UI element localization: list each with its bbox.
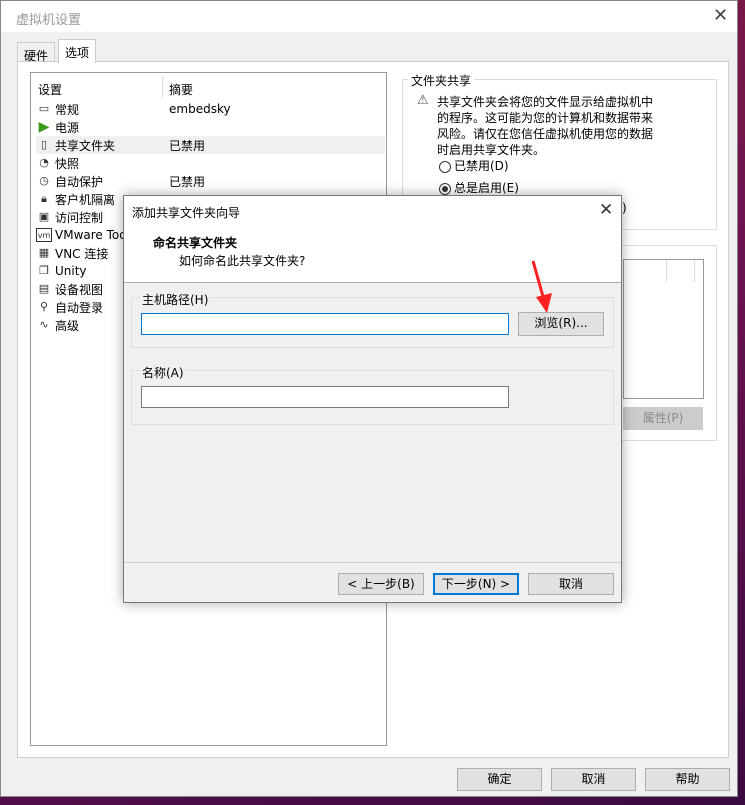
ok-button[interactable]: 确定 — [457, 768, 542, 791]
radio-label: 已禁用(D) — [454, 159, 509, 173]
play-icon: ▶ — [38, 119, 50, 135]
footer-divider — [124, 562, 621, 563]
folders-list[interactable] — [623, 259, 704, 399]
close-icon[interactable]: ✕ — [599, 200, 613, 220]
clock-icon: ◷ — [39, 174, 49, 187]
wizard-subheading: 如何命名此共享文件夹? — [179, 254, 306, 268]
column-divider — [162, 76, 163, 98]
list-item-label: 访问控制 — [55, 210, 104, 225]
back-button[interactable]: < 上一步(B) — [338, 573, 424, 595]
list-item[interactable]: ▯ 共享文件夹 已禁用 — [36, 136, 385, 154]
help-button[interactable]: 帮助 — [645, 768, 730, 791]
list-item[interactable]: ▶ 电源 — [36, 118, 385, 136]
access-control-icon: ▣ — [38, 210, 50, 223]
title-bar: 虚拟机设置 ✕ — [1, 1, 737, 32]
radio-button[interactable] — [439, 182, 451, 195]
radio-button[interactable] — [439, 160, 451, 173]
list-item-label: 电源 — [55, 120, 80, 135]
list-item-summary: embedsky — [169, 102, 231, 116]
column-header-setting[interactable]: 设置 — [38, 81, 62, 98]
list-item[interactable]: ▭ 常规 embedsky — [36, 100, 385, 118]
name-input[interactable] — [141, 386, 509, 408]
list-item-label: 高级 — [55, 318, 80, 333]
next-button[interactable]: 下一步(N) > — [433, 573, 519, 595]
name-label: 名称(A) — [140, 364, 186, 381]
warning-icon: ⚠ — [417, 93, 429, 108]
lock-icon: 🔒︎ — [41, 192, 47, 205]
host-path-input[interactable] — [141, 313, 509, 335]
vnc-icon: ▦ — [38, 246, 50, 259]
radio-third-partial: ) — [622, 201, 627, 215]
wizard-heading: 命名共享文件夹 — [153, 236, 238, 250]
list-item-summary: 已禁用 — [169, 174, 206, 189]
close-icon[interactable]: ✕ — [713, 5, 728, 26]
list-item-label: 客户机隔离 — [55, 192, 116, 207]
tab-hardware[interactable]: 硬件 — [17, 42, 56, 63]
monitor-icon: ▭ — [38, 102, 50, 115]
radio-always[interactable]: 总是启用(E) — [439, 179, 519, 196]
folder-icon: ▯ — [40, 138, 48, 151]
snapshot-icon: ◔ — [39, 156, 49, 169]
list-item[interactable]: ◔ 快照 — [36, 154, 385, 172]
list-item[interactable]: ◷ 自动保护 已禁用 — [36, 172, 385, 190]
user-key-icon: ⚲ — [39, 300, 49, 313]
vm-icon: vm — [36, 228, 52, 242]
cancel-button[interactable]: 取消 — [551, 768, 636, 791]
list-item-label: Unity — [55, 264, 87, 278]
column-divider — [666, 260, 667, 282]
window-title: 虚拟机设置 — [16, 13, 82, 28]
properties-button[interactable]: 属性(P) — [623, 407, 703, 430]
wizard-cancel-button[interactable]: 取消 — [528, 573, 614, 595]
radio-disabled[interactable]: 已禁用(D) — [439, 157, 509, 174]
list-item-summary: 已禁用 — [169, 138, 206, 153]
list-item-label: 快照 — [55, 156, 80, 171]
group-title: 文件夹共享 — [408, 72, 475, 89]
name-group: 名称(A) — [131, 364, 614, 425]
warning-text: 共享文件夹会将您的文件显示给虚拟机中的程序。这可能为您的计算机和数据带来风险。请… — [437, 95, 654, 157]
list-item-label: 共享文件夹 — [55, 138, 116, 153]
list-item-label: 常规 — [55, 102, 80, 117]
radio-label: 总是启用(E) — [454, 181, 519, 195]
annotation-arrow-icon — [531, 260, 552, 313]
column-header-summary[interactable]: 摘要 — [169, 81, 193, 98]
tab-options[interactable]: 选项 — [58, 39, 97, 63]
list-item-label: 设备视图 — [55, 282, 104, 297]
list-item-label: VNC 连接 — [55, 246, 109, 261]
advanced-icon: ∿ — [39, 318, 49, 331]
device-view-icon: ▤ — [38, 282, 50, 295]
column-divider — [694, 260, 695, 282]
wizard-title: 添加共享文件夹向导 — [132, 206, 241, 220]
unity-icon: ❐ — [39, 264, 49, 277]
host-path-label: 主机路径(H) — [140, 291, 211, 308]
list-item-label: 自动保护 — [55, 174, 104, 189]
list-item-label: 自动登录 — [55, 300, 104, 315]
